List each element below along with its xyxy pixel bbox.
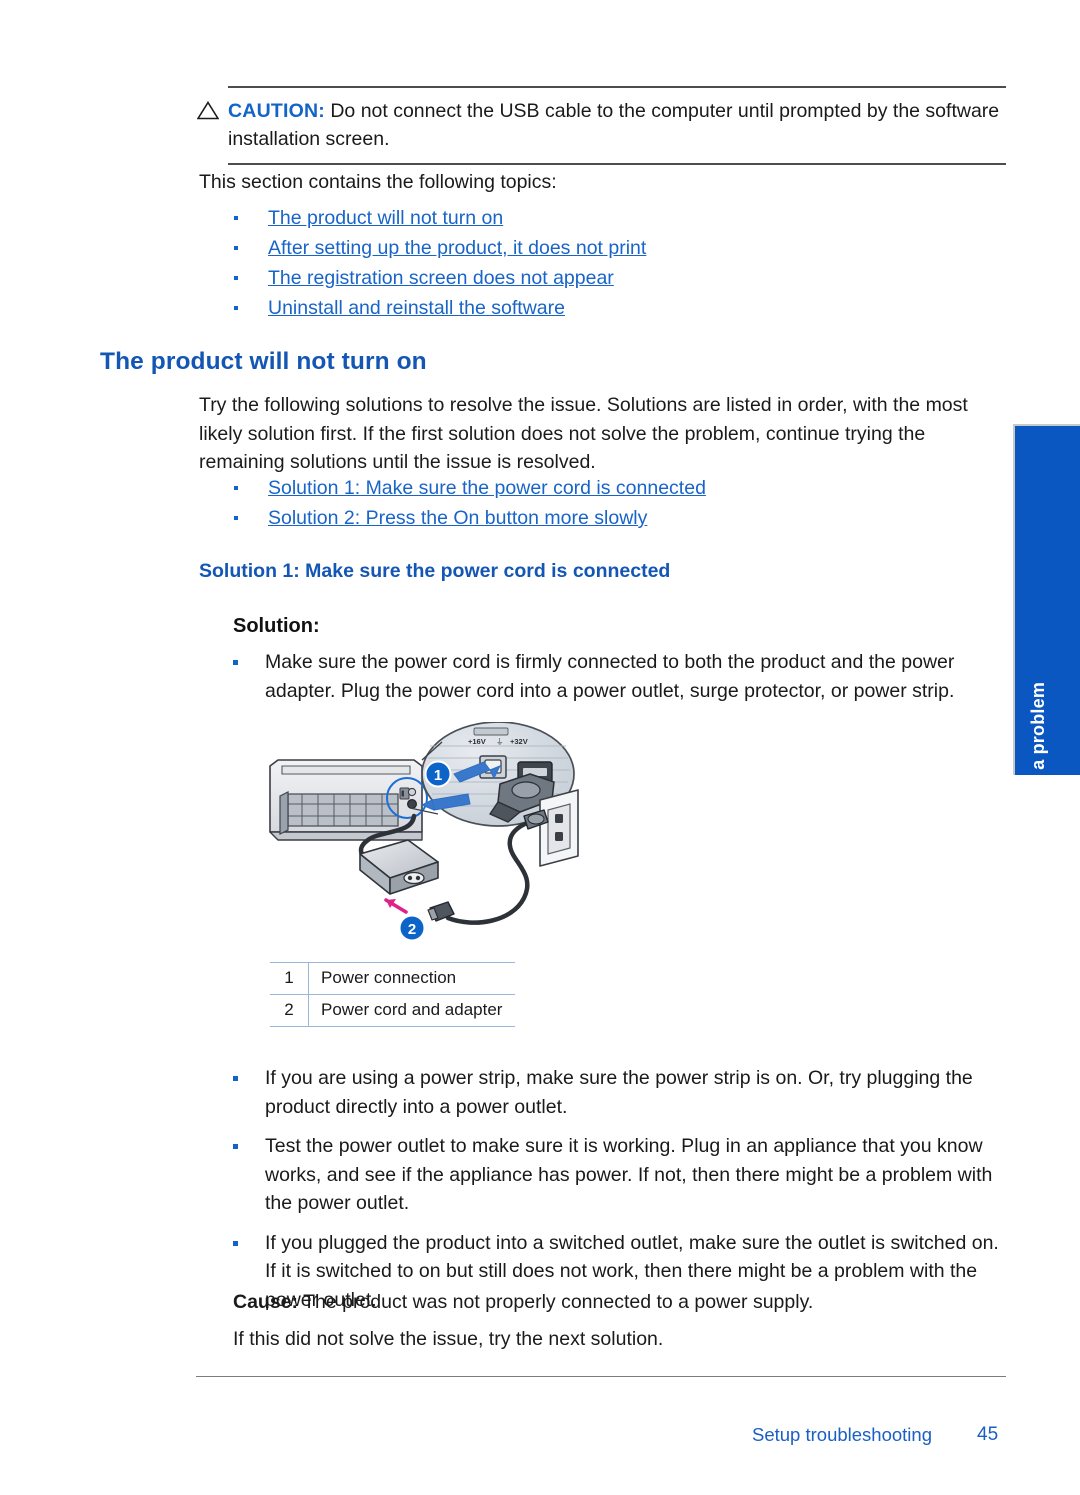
footer-divider bbox=[196, 1376, 1006, 1377]
additional-solution-bullets: If you are using a power strip, make sur… bbox=[233, 1064, 1013, 1325]
side-tab-solve-a-problem: Solve a problem bbox=[1013, 424, 1080, 824]
list-item: Uninstall and reinstall the software bbox=[232, 293, 646, 323]
list-item: Solution 2: Press the On button more slo… bbox=[232, 503, 706, 533]
figure-legend-table: 1 Power connection 2 Power cord and adap… bbox=[270, 962, 515, 1027]
callout-badge-1: 1 bbox=[424, 760, 452, 788]
list-item: Make sure the power cord is firmly conne… bbox=[233, 648, 1011, 705]
solution-label: Solution: bbox=[233, 615, 320, 637]
closing-line: If this did not solve the issue, try the… bbox=[233, 1328, 664, 1350]
cause-text: The product was not properly connected t… bbox=[303, 1291, 814, 1313]
warning-triangle-icon bbox=[197, 101, 219, 120]
cause-line: Cause: The product was not properly conn… bbox=[233, 1288, 1013, 1317]
svg-text:1: 1 bbox=[434, 767, 442, 784]
topic-link-registration-screen[interactable]: The registration screen does not appear bbox=[268, 267, 614, 289]
solution-1-heading: Solution 1: Make sure the power cord is … bbox=[199, 560, 671, 582]
caution-bottom-rule bbox=[228, 163, 1006, 165]
power-adapter-illustration bbox=[359, 839, 439, 895]
solution-link-1[interactable]: Solution 1: Make sure the power cord is … bbox=[268, 477, 706, 499]
svg-text:⏚: ⏚ bbox=[496, 737, 504, 746]
list-item: Solution 1: Make sure the power cord is … bbox=[232, 473, 706, 503]
svg-text:2: 2 bbox=[408, 921, 416, 938]
topic-link-list: The product will not turn on After setti… bbox=[232, 203, 646, 323]
legend-label: Power cord and adapter bbox=[308, 994, 515, 1027]
document-page: CAUTION: Do not connect the USB cable to… bbox=[0, 0, 1080, 1495]
port-label-16v: +16V bbox=[468, 737, 486, 746]
list-item: If you are using a power strip, make sur… bbox=[233, 1064, 1013, 1121]
side-tab-label: Solve a problem bbox=[1027, 681, 1048, 825]
section-intro-paragraph: Try the following solutions to resolve t… bbox=[199, 394, 968, 473]
callout-badge-2: 2 bbox=[384, 898, 426, 942]
legend-number: 2 bbox=[270, 994, 309, 1027]
printer-power-connection-diagram: +16V ⏚ +32V 1 2 bbox=[262, 722, 592, 952]
solution-1-bullets: Make sure the power cord is firmly conne… bbox=[233, 648, 1011, 716]
port-label-32v: +32V bbox=[510, 737, 528, 746]
legend-label: Power connection bbox=[308, 962, 515, 995]
diagram-svg: +16V ⏚ +32V 1 2 bbox=[269, 722, 579, 942]
footer-title: Setup troubleshooting bbox=[752, 1424, 932, 1445]
topic-link-uninstall-reinstall[interactable]: Uninstall and reinstall the software bbox=[268, 297, 565, 319]
topic-link-after-setup-does-not-print[interactable]: After setting up the product, it does no… bbox=[268, 237, 646, 259]
topic-link-product-will-not-turn-on[interactable]: The product will not turn on bbox=[268, 207, 503, 229]
solution-link-2[interactable]: Solution 2: Press the On button more slo… bbox=[268, 507, 647, 529]
caution-body: CAUTION: Do not connect the USB cable to… bbox=[197, 88, 1006, 163]
page-number: 45 bbox=[977, 1424, 999, 1445]
list-item: After setting up the product, it does no… bbox=[232, 233, 646, 263]
list-item: Test the power outlet to make sure it is… bbox=[233, 1132, 1013, 1218]
list-item: The product will not turn on bbox=[232, 203, 646, 233]
caution-note: CAUTION: Do not connect the USB cable to… bbox=[197, 86, 1006, 165]
list-item: The registration screen does not appear bbox=[232, 263, 646, 293]
caution-text-line: CAUTION: Do not connect the USB cable to… bbox=[228, 97, 1006, 153]
caution-label: CAUTION: bbox=[228, 100, 325, 122]
legend-number: 1 bbox=[270, 962, 309, 995]
table-row: 1 Power connection bbox=[270, 962, 515, 995]
cause-label: Cause: bbox=[233, 1291, 299, 1313]
solution-link-list: Solution 1: Make sure the power cord is … bbox=[232, 473, 706, 533]
table-row: 2 Power cord and adapter bbox=[270, 994, 515, 1027]
caution-text: Do not connect the USB cable to the comp… bbox=[228, 100, 1000, 150]
section-intro-line: This section contains the following topi… bbox=[199, 171, 557, 193]
page-title: The product will not turn on bbox=[100, 348, 427, 375]
